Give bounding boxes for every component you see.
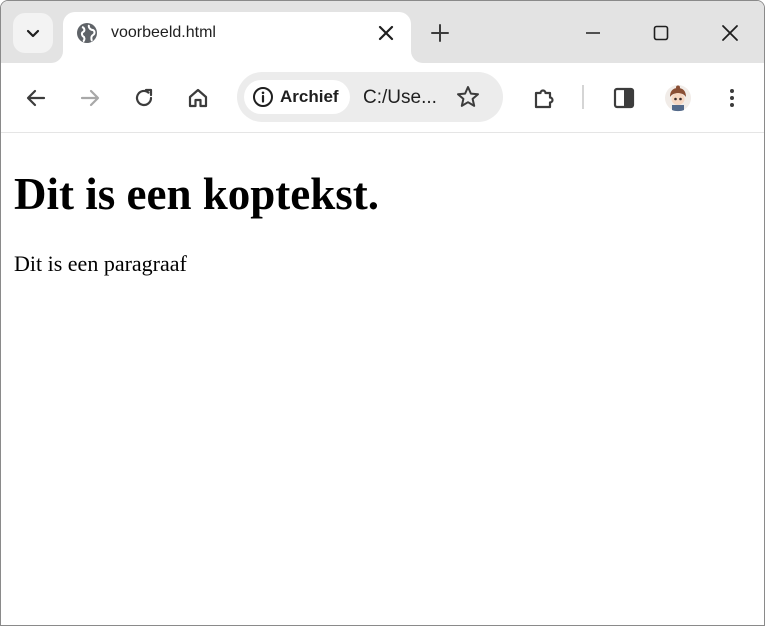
back-button[interactable]: [21, 83, 51, 113]
minimize-button[interactable]: [575, 15, 611, 51]
site-info-label: Archief: [280, 87, 339, 106]
info-icon: [253, 87, 273, 107]
profile-button[interactable]: [663, 83, 693, 113]
reload-icon: [135, 88, 153, 107]
browser-menu-button[interactable]: [717, 83, 747, 113]
maximize-icon: [653, 25, 669, 41]
address-bar[interactable]: Archief C:/Use...: [237, 72, 503, 122]
window-close-button[interactable]: [712, 15, 748, 51]
home-icon: [188, 88, 208, 108]
tab-search-button[interactable]: [13, 13, 53, 53]
site-info-chip[interactable]: Archief: [244, 80, 350, 114]
avatar: [665, 85, 691, 112]
toolbar: Archief C:/Use...: [1, 63, 764, 133]
arrow-left-icon: [26, 89, 46, 107]
side-panel-icon: [613, 87, 635, 109]
home-button[interactable]: [183, 83, 213, 113]
globe-icon: [77, 23, 97, 43]
side-panel-button[interactable]: [609, 83, 639, 113]
close-icon[interactable]: [375, 22, 397, 44]
star-icon[interactable]: [455, 84, 481, 110]
tab-strip: voorbeeld.html: [1, 1, 764, 63]
tab-active[interactable]: voorbeeld.html: [63, 12, 411, 63]
minimize-icon: [586, 32, 600, 34]
page-viewport: Dit is een koptekst. Dit is een paragraa…: [1, 133, 764, 625]
extensions-button[interactable]: [529, 83, 559, 113]
tab-title: voorbeeld.html: [111, 24, 216, 41]
toolbar-divider: [582, 85, 584, 109]
puzzle-icon: [534, 89, 554, 109]
page-heading: Dit is een koptekst.: [14, 169, 380, 219]
url-text[interactable]: C:/Use...: [363, 87, 437, 109]
plus-icon[interactable]: [427, 20, 453, 46]
arrow-right-icon: [80, 89, 100, 107]
kebab-menu-icon: [730, 89, 734, 107]
close-icon: [722, 25, 738, 41]
chevron-down-icon: [26, 29, 40, 38]
reload-button[interactable]: [129, 83, 159, 113]
page-paragraph: Dit is een paragraaf: [14, 251, 187, 276]
maximize-button[interactable]: [643, 15, 679, 51]
forward-button[interactable]: [75, 83, 105, 113]
browser-window: voorbeeld.html Archief C:/Use... Dit is …: [0, 0, 765, 626]
